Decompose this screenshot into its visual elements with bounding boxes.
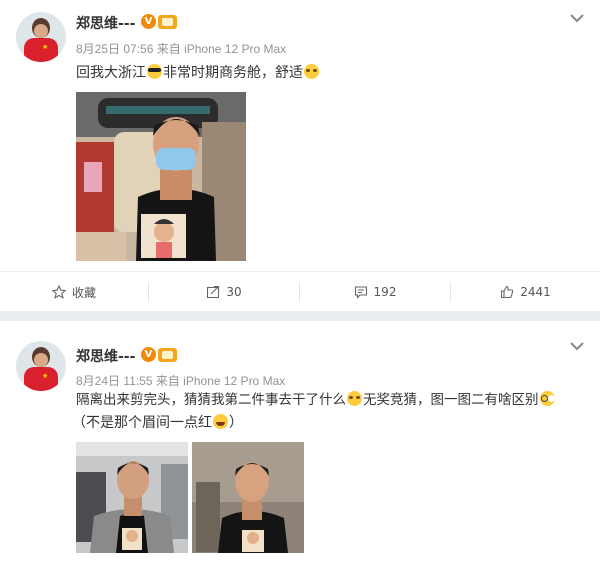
action-bar: 收藏 30 192 2441 [0, 271, 600, 311]
post-text-part: 回我大浙江 [76, 65, 146, 81]
post-text-line-2: （不是那个眉间一点红 ） [72, 412, 243, 434]
cool-face-emoji-icon [147, 64, 162, 79]
avatar[interactable]: ★ [16, 12, 66, 62]
post-photo-2[interactable] [192, 442, 304, 553]
star-icon [51, 285, 66, 299]
like-button[interactable]: 2441 [451, 272, 600, 312]
chevron-down-icon[interactable] [569, 13, 585, 25]
weibo-post-card: ★ 郑思维--- V 8月24日 11:55 来自 iPhone 12 Pro … [0, 321, 600, 565]
post-text: 回我大浙江 非常时期商务舱，舒适 [76, 62, 320, 84]
post-meta: 8月25日 07:56 来自 iPhone 12 Pro Max [76, 40, 286, 57]
post-text-part: 隔离出来剪完头，猜猜我第二件事去干了什么 [76, 392, 346, 408]
post-text-part: ） [229, 415, 243, 431]
author-name[interactable]: 郑思维--- [76, 346, 135, 366]
avatar[interactable]: ★ [16, 341, 66, 391]
verified-badge-icon: V [141, 347, 156, 362]
favorite-label: 收藏 [71, 285, 96, 300]
like-icon [501, 285, 514, 299]
post-text-part: 非常时期商务舱，舒适 [163, 65, 303, 81]
post-time[interactable]: 8月24日 11:55 [76, 374, 153, 388]
post-photo[interactable] [76, 92, 246, 261]
comment-button[interactable]: 192 [300, 272, 450, 312]
author-name[interactable]: 郑思维--- [76, 13, 135, 33]
repost-count: 30 [226, 285, 242, 299]
chevron-down-icon[interactable] [569, 341, 585, 353]
glasses-emoji-icon [539, 391, 555, 406]
post-source: 来自 iPhone 12 Pro Max [155, 374, 286, 388]
repost-icon [207, 285, 220, 299]
post-text-line-1: 隔离出来剪完头，猜猜我第二件事去干了什么 无奖竞猜，图一图二有啥区别 [76, 389, 556, 411]
smile-emoji-icon [347, 391, 362, 406]
level-badge-icon [158, 15, 177, 29]
like-count: 2441 [520, 285, 551, 299]
post-time[interactable]: 8月25日 07:56 [76, 42, 153, 56]
post-meta: 8月24日 11:55 来自 iPhone 12 Pro Max [76, 372, 285, 389]
comment-icon [354, 286, 367, 299]
favorite-button[interactable]: 收藏 [0, 272, 148, 312]
repost-button[interactable]: 30 [149, 272, 299, 312]
post-photo-1[interactable] [76, 442, 188, 553]
post-text-part: （不是那个眉间一点红 [72, 415, 212, 431]
comment-count: 192 [373, 285, 397, 299]
post-source: 来自 iPhone 12 Pro Max [156, 42, 287, 56]
weibo-post-card: ★ 郑思维--- V 8月25日 07:56 来自 iPhone 12 Pro … [0, 0, 600, 311]
verified-badge-icon: V [141, 14, 156, 29]
laugh-emoji-icon [213, 414, 228, 429]
level-badge-icon [158, 348, 177, 362]
post-text-part: 无奖竞猜，图一图二有啥区别 [363, 392, 539, 408]
smile-emoji-icon [304, 64, 319, 79]
